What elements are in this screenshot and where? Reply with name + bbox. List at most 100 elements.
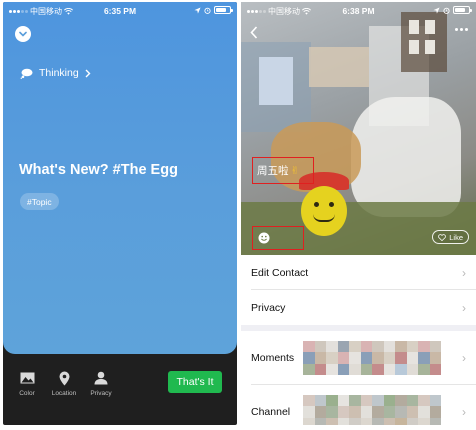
thumbnail-pixel: [314, 395, 326, 407]
photo-region: [401, 12, 447, 72]
thumbnail-pixel: [395, 363, 407, 375]
thumbnail-pixel: [372, 406, 384, 418]
back-button[interactable]: [250, 26, 258, 42]
photo-region: [329, 202, 334, 207]
privacy-row[interactable]: Privacy ›: [241, 290, 476, 325]
person-icon: [94, 371, 108, 385]
edit-contact-label: Edit Contact: [251, 266, 309, 279]
edit-contact-row[interactable]: Edit Contact ›: [241, 255, 476, 290]
thumbnail-pixel: [337, 395, 349, 407]
location-pin-icon: [59, 371, 69, 385]
tool-label: Color: [19, 390, 35, 397]
smiley-icon[interactable]: [258, 232, 270, 244]
profile-cover-photo: 中国移动 6:38 PM 周五啦 ✌ Like: [241, 2, 476, 255]
privacy-label: Privacy: [251, 301, 286, 314]
thumbnail-pixel: [429, 352, 441, 364]
thumbnail-pixel: [429, 406, 441, 418]
channel-label: Channel: [251, 406, 291, 418]
battery-fill: [216, 8, 227, 12]
thumbnail-pixel: [360, 363, 372, 375]
reaction-highlight: [252, 226, 304, 250]
thumbnail-pixel: [406, 352, 418, 364]
tool-privacy[interactable]: Privacy: [81, 370, 121, 397]
contact-profile-screen: 中国移动 6:38 PM 周五啦 ✌ Like Edit Contact › P…: [241, 2, 476, 425]
status-bar: 中国移动 6:35 PM: [3, 2, 237, 20]
thumbnail-pixel: [349, 363, 361, 375]
thumbnail-pixel: [326, 395, 338, 407]
thumbnail-pixel: [337, 363, 349, 375]
thumbnail-pixel: [314, 417, 326, 425]
moments-row[interactable]: Moments ›: [241, 331, 476, 385]
topic-chip[interactable]: #Topic: [20, 193, 59, 210]
photo-region: [409, 40, 419, 54]
thumbnail-pixel: [395, 341, 407, 353]
thumbnail-pixel: [406, 406, 418, 418]
thumbnail-pixel: [303, 417, 315, 425]
more-options-button[interactable]: [455, 28, 468, 31]
like-button[interactable]: Like: [432, 230, 469, 244]
thumbnail-pixel: [372, 341, 384, 353]
thats-it-button[interactable]: That's It: [168, 371, 222, 393]
thumbnail-pixel: [349, 341, 361, 353]
thumbnail-pixel: [429, 395, 441, 407]
thumbnail-pixel: [326, 352, 338, 364]
thumbnail-pixel: [406, 395, 418, 407]
status-type-selector[interactable]: Thinking: [20, 67, 91, 79]
tool-label: Privacy: [90, 390, 112, 397]
status-icons: [194, 6, 233, 14]
channel-thumbnails: [303, 395, 441, 425]
thumbnail-pixel: [314, 352, 326, 364]
tool-color[interactable]: Color: [7, 370, 47, 397]
thumbnail-pixel: [383, 341, 395, 353]
thumbnail-pixel: [360, 341, 372, 353]
thumbnail-pixel: [326, 417, 338, 425]
thumbnail-pixel: [372, 363, 384, 375]
thumbnail-pixel: [314, 406, 326, 418]
photo-region: [425, 20, 435, 34]
thumbnail-pixel: [429, 363, 441, 375]
thumbnail-pixel: [429, 417, 441, 425]
status-bar: 中国移动 6:38 PM: [241, 2, 476, 20]
image-icon: [20, 372, 34, 384]
signature-highlight: 周五啦 ✌: [252, 157, 314, 184]
thumbnail-pixel: [349, 406, 361, 418]
battery-fill: [455, 8, 466, 12]
heart-icon: [438, 233, 447, 241]
thumbnail-pixel: [395, 406, 407, 418]
alarm-icon: [443, 7, 450, 14]
victory-hand-emoji: ✌: [290, 164, 300, 177]
thumbnail-pixel: [360, 406, 372, 418]
status-text-input[interactable]: What's New? #The Egg: [19, 162, 178, 178]
alarm-icon: [204, 7, 211, 14]
like-label: Like: [449, 232, 463, 242]
thumbnail-pixel: [303, 395, 315, 407]
thumbnail-pixel: [406, 417, 418, 425]
thumbnail-pixel: [326, 363, 338, 375]
chevron-right-icon: ›: [462, 351, 466, 365]
thumbnail-pixel: [395, 417, 407, 425]
thumbnail-pixel: [360, 395, 372, 407]
photo-region: [409, 20, 419, 34]
thumbnail-pixel: [383, 352, 395, 364]
thumbnail-pixel: [303, 352, 315, 364]
channel-row[interactable]: Channel ›: [241, 385, 476, 425]
collapse-button[interactable]: [15, 26, 31, 42]
thumbnail-pixel: [383, 363, 395, 375]
thumbnail-pixel: [383, 395, 395, 407]
chevron-right-icon: ›: [462, 405, 466, 419]
thumbnail-pixel: [303, 363, 315, 375]
status-icons: [433, 6, 472, 14]
thumbnail-pixel: [326, 406, 338, 418]
thumbnail-pixel: [337, 417, 349, 425]
thumbnail-pixel: [314, 341, 326, 353]
chevron-right-icon: ›: [462, 300, 466, 315]
tool-location[interactable]: Location: [44, 370, 84, 397]
thumbnail-pixel: [418, 341, 430, 353]
thought-bubble-icon: [20, 68, 33, 79]
thumbnail-pixel: [360, 352, 372, 364]
thumbnail-pixel: [395, 395, 407, 407]
thumbnail-pixel: [360, 417, 372, 425]
thumbnail-pixel: [349, 395, 361, 407]
thumbnail-pixel: [406, 363, 418, 375]
thumbnail-pixel: [337, 406, 349, 418]
